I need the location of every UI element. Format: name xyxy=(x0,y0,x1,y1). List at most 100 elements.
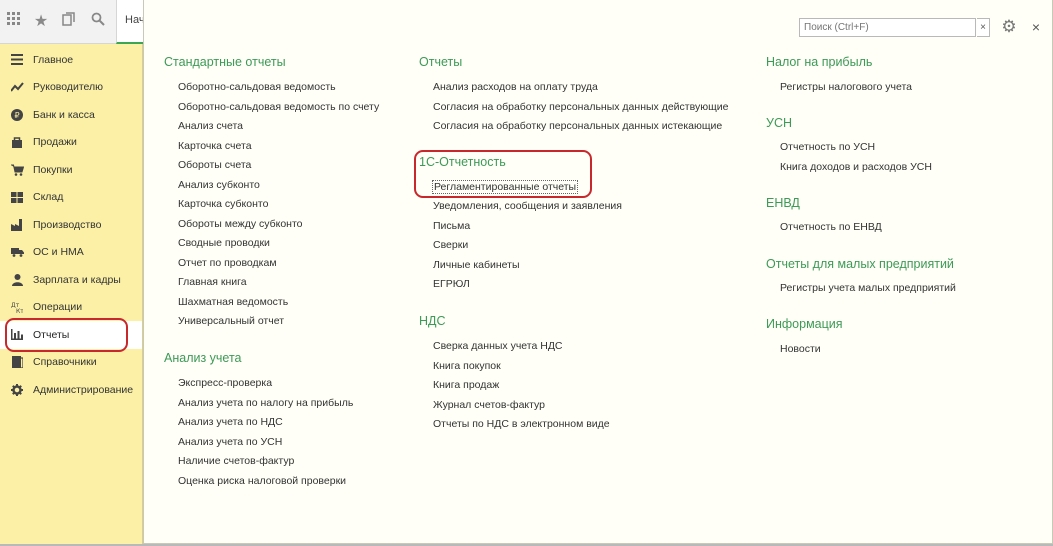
report-link[interactable]: Анализ расходов на оплату труда xyxy=(433,81,598,93)
regulated-reports-link[interactable]: Регламентированные отчеты xyxy=(432,180,579,194)
star-icon[interactable]: ★ xyxy=(31,12,51,32)
sidebar-item-manager[interactable]: Руководителю xyxy=(0,74,142,102)
report-link[interactable]: Отчетность по ЕНВД xyxy=(780,221,882,233)
sidebar-item-label: Администрирование xyxy=(33,383,134,396)
report-link[interactable]: Шахматная ведомость xyxy=(178,296,288,308)
cart-icon xyxy=(10,163,24,177)
report-link[interactable]: Регистры налогового учета xyxy=(780,81,912,93)
report-link[interactable]: Личные кабинеты xyxy=(433,259,520,271)
search-icon[interactable] xyxy=(88,12,108,32)
reports-panel: × ⚙ × Стандартные отчеты Оборотно-сальдо… xyxy=(143,0,1053,544)
sidebar-item-operations[interactable]: Дт Кт Операции xyxy=(0,294,142,322)
section-title-profit-tax: Налог на прибыль xyxy=(766,55,873,69)
sidebar-item-main[interactable]: Главное xyxy=(0,46,142,74)
sidebar-item-label: Производство xyxy=(33,218,102,231)
report-link[interactable]: Универсальный отчет xyxy=(178,315,284,327)
report-link[interactable]: Анализ учета по налогу на прибыль xyxy=(178,397,353,409)
report-link[interactable]: Регистры учета малых предприятий xyxy=(780,282,956,294)
menu-icon xyxy=(10,53,24,67)
sidebar-item-reports[interactable]: Отчеты xyxy=(0,321,142,349)
report-link[interactable]: Анализ счета xyxy=(178,120,243,132)
warehouse-icon xyxy=(10,190,24,204)
report-link[interactable]: Сверки xyxy=(433,239,468,251)
report-link[interactable]: Сводные проводки xyxy=(178,237,270,249)
sidebar-item-label: Справочники xyxy=(33,356,97,369)
sidebar-item-label: Руководителю xyxy=(33,81,104,94)
bar-chart-icon xyxy=(10,328,24,342)
sidebar-item-label: Склад xyxy=(33,191,64,204)
section-title-small-business: Отчеты для малых предприятий xyxy=(766,257,954,271)
book-icon xyxy=(10,355,24,369)
sidebar-item-warehouse[interactable]: Склад xyxy=(0,184,142,212)
search-input[interactable] xyxy=(799,18,976,37)
gear-icon xyxy=(10,383,24,397)
sidebar-item-label: Отчеты xyxy=(33,328,70,341)
report-link[interactable]: Анализ учета по НДС xyxy=(178,416,283,428)
bag-icon xyxy=(10,135,24,149)
section-title-1c-reporting: 1С-Отчетность xyxy=(419,155,506,169)
section-title-analysis: Анализ учета xyxy=(164,351,242,365)
report-link[interactable]: Главная книга xyxy=(178,276,247,288)
sidebar-item-salary[interactable]: Зарплата и кадры xyxy=(0,266,142,294)
report-link[interactable]: Карточка субконто xyxy=(178,198,268,210)
history-icon[interactable] xyxy=(59,12,79,32)
truck-icon xyxy=(10,245,24,259)
report-link[interactable]: Оценка риска налоговой проверки xyxy=(178,475,346,487)
sidebar-item-label: Покупки xyxy=(33,163,73,176)
sidebar-item-label: Банк и касса xyxy=(33,108,95,121)
report-link[interactable]: Отчеты по НДС в электронном виде xyxy=(433,418,610,430)
report-link[interactable]: Журнал счетов-фактур xyxy=(433,399,545,411)
report-link[interactable]: Книга доходов и расходов УСН xyxy=(780,161,932,173)
sidebar-item-label: Продажи xyxy=(33,136,77,149)
report-link[interactable]: Отчетность по УСН xyxy=(780,141,875,153)
report-link[interactable]: Согласия на обработку персональных данны… xyxy=(433,101,728,113)
report-link[interactable]: Карточка счета xyxy=(178,140,252,152)
settings-gear-icon[interactable]: ⚙ xyxy=(998,16,1020,38)
report-link[interactable]: Отчет по проводкам xyxy=(178,257,277,269)
sidebar-item-production[interactable]: Производство xyxy=(0,211,142,239)
section-title-envd: ЕНВД xyxy=(766,196,800,210)
trend-icon xyxy=(10,80,24,94)
sidebar-item-label: Главное xyxy=(33,53,74,66)
report-link[interactable]: Уведомления, сообщения и заявления xyxy=(433,200,622,212)
report-link[interactable]: Обороты счета xyxy=(178,159,251,171)
sidebar-item-label: ОС и НМА xyxy=(33,246,84,259)
search-clear-button[interactable]: × xyxy=(977,18,990,37)
section-title-reports: Отчеты xyxy=(419,55,463,69)
svg-text:Кт: Кт xyxy=(16,308,23,313)
sidebar-item-label: Зарплата и кадры xyxy=(33,273,121,286)
apps-grid-icon[interactable] xyxy=(4,12,24,32)
report-link[interactable]: Экспресс-проверка xyxy=(178,377,272,389)
ruble-icon: ₽ xyxy=(10,108,24,122)
dtkt-icon: Дт Кт xyxy=(10,300,24,314)
sidebar-item-directories[interactable]: Справочники xyxy=(0,349,142,377)
sidebar-item-sales[interactable]: Продажи xyxy=(0,129,142,157)
factory-icon xyxy=(10,218,24,232)
section-title-vat: НДС xyxy=(419,314,446,328)
report-link[interactable]: Новости xyxy=(780,343,821,355)
report-link[interactable]: Анализ субконто xyxy=(178,179,260,191)
report-link[interactable]: Книга покупок xyxy=(433,360,501,372)
sidebar-item-fixed-assets[interactable]: ОС и НМА xyxy=(0,239,142,267)
report-link[interactable]: Анализ учета по УСН xyxy=(178,436,282,448)
app-window: ★ Нач Главное Руководителю ₽ Банк и касс… xyxy=(0,0,1053,546)
sidebar-item-bank[interactable]: ₽ Банк и касса xyxy=(0,101,142,129)
svg-text:₽: ₽ xyxy=(14,111,19,120)
report-link[interactable]: Книга продаж xyxy=(433,379,499,391)
report-link[interactable]: Наличие счетов-фактур xyxy=(178,455,294,467)
report-link[interactable]: Оборотно-сальдовая ведомость по счету xyxy=(178,101,379,113)
close-button[interactable]: × xyxy=(1028,17,1044,37)
person-icon xyxy=(10,273,24,287)
sidebar-item-purchases[interactable]: Покупки xyxy=(0,156,142,184)
section-title-usn: УСН xyxy=(766,116,792,130)
sidebar: Главное Руководителю ₽ Банк и касса Прод… xyxy=(0,44,143,546)
report-link[interactable]: Сверка данных учета НДС xyxy=(433,340,563,352)
report-link[interactable]: Согласия на обработку персональных данны… xyxy=(433,120,722,132)
report-link[interactable]: Обороты между субконто xyxy=(178,218,303,230)
report-link[interactable]: Оборотно-сальдовая ведомость xyxy=(178,81,336,93)
report-link[interactable]: Письма xyxy=(433,220,470,232)
sidebar-item-admin[interactable]: Администрирование xyxy=(0,376,142,404)
section-title-standard-reports: Стандартные отчеты xyxy=(164,55,286,69)
report-link[interactable]: ЕГРЮЛ xyxy=(433,278,470,290)
section-title-info: Информация xyxy=(766,317,843,331)
